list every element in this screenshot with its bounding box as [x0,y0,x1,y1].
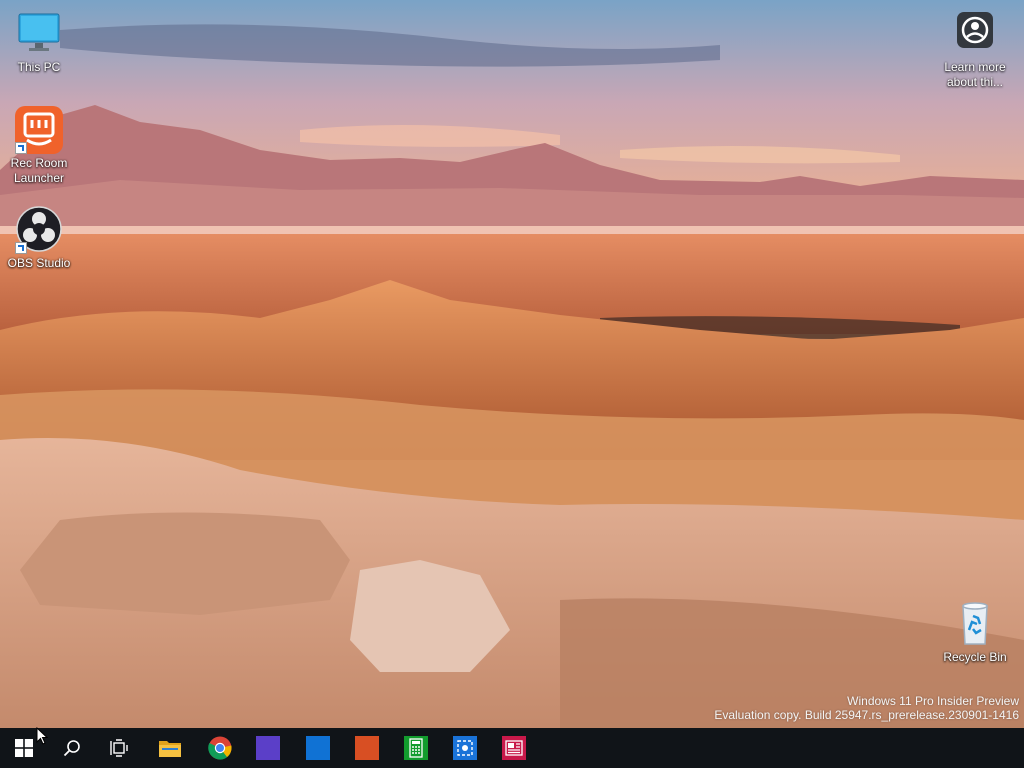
windows-logo-icon [15,739,33,757]
desktop-icon-label: OBS Studio [7,256,71,270]
taskbar [0,728,1024,768]
watermark-build: Evaluation copy. Build 25947.rs_prerelea… [714,708,1019,722]
task-view-button[interactable] [96,728,144,768]
folder-icon [159,741,181,757]
desktop-icon-this-pc[interactable]: This PC [1,10,77,75]
blue-tile-icon [306,736,330,760]
learn-more-icon [951,10,999,58]
desktop-icon-obs-studio[interactable]: OBS Studio [1,206,77,271]
desktop-icon-recycle-bin[interactable]: Recycle Bin [937,600,1013,665]
taskbar-app-screenshot[interactable] [441,728,489,768]
desktop-icon-rec-room-launcher[interactable]: Rec Room Launcher [1,106,77,186]
obs-icon [15,206,63,254]
chrome-icon [208,736,232,760]
news-tile-icon [502,736,526,760]
desktop-icon-label: Rec Room Launcher [10,156,68,185]
taskbar-app-blue[interactable] [294,728,342,768]
recycle-bin-icon [951,600,999,648]
taskbar-file-explorer[interactable] [146,728,194,768]
monitor-icon [15,10,63,58]
taskbar-app-orange[interactable] [343,728,391,768]
watermark-edition: Windows 11 Pro Insider Preview [847,694,1019,708]
desktop-wallpaper [0,0,1024,728]
shortcut-arrow-icon [15,242,27,254]
orange-tile-icon [355,736,379,760]
purple-tile-icon [256,736,280,760]
taskbar-chrome[interactable] [196,728,244,768]
desktop-icon-learn-more[interactable]: Learn more about thi... [937,10,1013,90]
search-icon [63,740,80,757]
evaluation-watermark: Windows 11 Pro Insider Preview Evaluatio… [714,694,1019,722]
desktop-icon-label: Recycle Bin [943,650,1007,664]
shortcut-arrow-icon [15,142,27,154]
mouse-pointer-icon [36,727,48,745]
task-view-icon [110,739,128,757]
calculator-icon [404,736,428,760]
desktop-icon-label: Learn more about thi... [944,60,1006,89]
search-button[interactable] [48,728,96,768]
taskbar-app-news[interactable] [490,728,538,768]
taskbar-app-purple[interactable] [244,728,292,768]
rec-room-icon [15,106,63,154]
desktop-icon-label: This PC [17,60,61,74]
taskbar-calculator[interactable] [392,728,440,768]
screenshot-tile-icon [453,736,477,760]
